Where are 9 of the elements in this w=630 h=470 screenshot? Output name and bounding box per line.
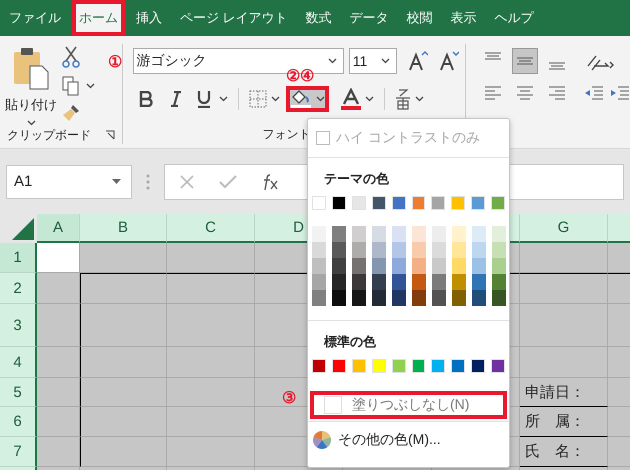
section-heading: 標準の色 <box>322 333 377 351</box>
table-cell: 申請日： <box>520 378 608 407</box>
group-label: クリップボード <box>6 126 91 144</box>
step-number-annotation: ③ <box>282 389 296 408</box>
group-label: フォント <box>262 126 311 142</box>
table-cell: 所 属： <box>520 407 608 437</box>
section-heading: テーマの色 <box>323 170 390 188</box>
step-number-annotation: ① <box>108 53 122 72</box>
table-cell: 氏 名： <box>520 437 608 467</box>
